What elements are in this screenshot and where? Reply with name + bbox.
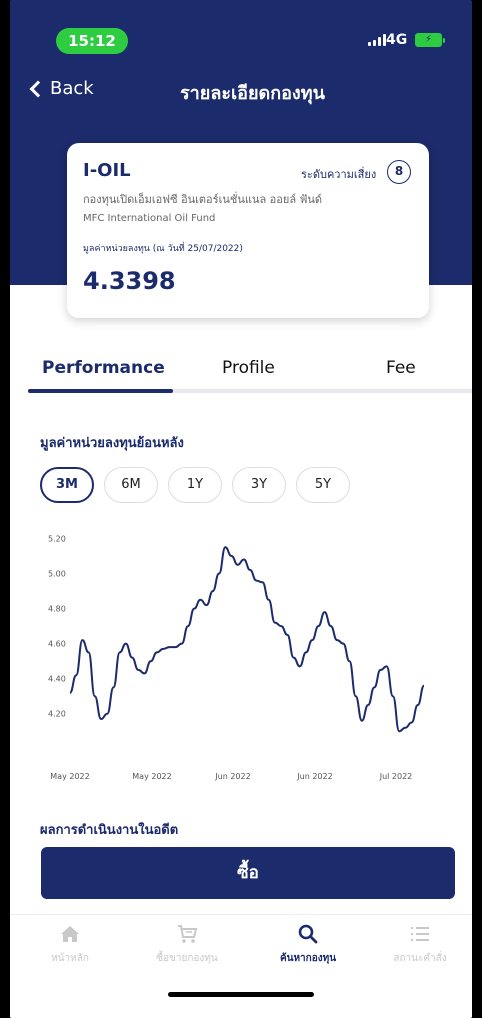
y-tick-label: 4.60 — [48, 640, 66, 649]
nav-label-trade: ซื้อขายกองทุน — [156, 953, 218, 964]
x-tick-label: May 2022 — [132, 772, 171, 781]
list-icon — [411, 927, 429, 941]
y-tick-label: 4.20 — [48, 710, 66, 719]
period-6m-button[interactable]: 6M — [104, 467, 158, 503]
fund-name-th: กองทุนเปิดเอ็มเอฟซี อินเตอร์เนชั่นแนล ออ… — [83, 193, 323, 206]
signal-icon — [368, 34, 386, 46]
nav-label-orders: สถานะคำสั่ง — [393, 953, 447, 964]
x-tick-label: Jun 2022 — [296, 772, 332, 781]
fund-card: I-OIL ระดับความเสี่ยง 8 กองทุนเปิดเอ็มเอ… — [67, 143, 429, 318]
period-3m-button[interactable]: 3M — [40, 467, 94, 503]
y-tick-label: 5.20 — [48, 535, 66, 544]
tab-performance[interactable]: Performance — [42, 358, 165, 378]
network-label: 4G — [386, 32, 408, 48]
nav-item-search[interactable]: ค้นหากองทุน — [258, 923, 358, 966]
search-icon — [298, 924, 318, 944]
tab-active-indicator — [28, 389, 173, 393]
risk-label: ระดับความเสี่ยง — [301, 168, 377, 181]
period-1y-button[interactable]: 1Y — [168, 467, 222, 503]
bottom-nav: หน้าหลัก ซื้อขายกองทุน ค้นหากองทุน สถานะ… — [10, 914, 472, 1018]
x-tick-label: May 2022 — [50, 772, 89, 781]
nav-line-chart: 5.20 5.00 4.80 4.60 4.40 4.20 May 2022 May 2022… — [48, 535, 425, 781]
nav-item-trade[interactable]: ซื้อขายกองทุน — [137, 923, 237, 966]
y-tick-label: 4.40 — [48, 675, 66, 684]
fund-code: I-OIL — [83, 160, 131, 181]
nav-item-home[interactable]: หน้าหลัก — [20, 923, 120, 966]
home-icon — [61, 926, 79, 942]
risk-level-badge: 8 — [387, 160, 411, 184]
status-time: 15:12 — [56, 28, 128, 54]
tab-profile[interactable]: Profile — [222, 358, 275, 378]
page-title: รายละเอียดกองทุน — [180, 83, 325, 104]
fund-name-en: MFC International Oil Fund — [83, 213, 216, 224]
y-tick-label: 4.80 — [48, 605, 66, 614]
period-5y-button[interactable]: 5Y — [296, 467, 350, 503]
nav-history-title: มูลค่าหน่วยลงทุนย้อนหลัง — [40, 436, 184, 451]
period-selector: 3M 6M 1Y 3Y 5Y — [40, 467, 350, 503]
y-tick-label: 5.00 — [48, 570, 66, 579]
period-3y-button[interactable]: 3Y — [232, 467, 286, 503]
phone-screen: 15:12 4G ⚡ Back รายละเอียดกองทุน I-OIL ร… — [10, 0, 472, 1018]
nav-label: มูลค่าหน่วยลงทุน (ณ วันที่ 25/07/2022) — [83, 244, 243, 254]
nav-value: 4.3398 — [83, 267, 176, 295]
nav-label-search: ค้นหากองทุน — [279, 953, 337, 964]
back-button[interactable]: Back — [29, 78, 94, 99]
back-label: Back — [50, 78, 94, 99]
nav-series-line — [69, 546, 425, 733]
x-tick-label: Jun 2022 — [214, 772, 250, 781]
tab-bar: Performance Profile Fee — [10, 352, 472, 394]
nav-label-home: หน้าหลัก — [51, 953, 89, 964]
nav-item-orders[interactable]: สถานะคำสั่ง — [370, 923, 470, 966]
battery-icon: ⚡ — [415, 33, 445, 47]
buy-button[interactable]: ซื้อ — [41, 847, 455, 899]
chevron-left-icon — [29, 80, 47, 98]
cart-icon — [178, 925, 198, 943]
home-indicator — [168, 992, 314, 997]
x-tick-label: Jul 2022 — [379, 772, 413, 781]
tab-fee[interactable]: Fee — [386, 358, 416, 378]
past-performance-title: ผลการดำเนินงานในอดีต — [40, 823, 179, 834]
